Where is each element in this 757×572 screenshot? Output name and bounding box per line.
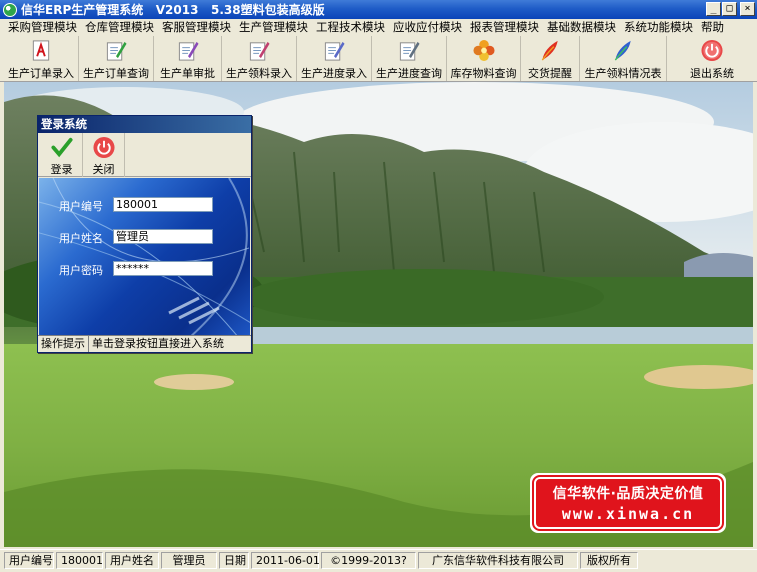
menu-engineering[interactable]: 工程技术模块 — [312, 19, 389, 35]
user-name-label: 用户姓名 — [59, 232, 103, 245]
menu-system[interactable]: 系统功能模块 — [620, 19, 697, 35]
menu-base-data[interactable]: 基础数据模块 — [543, 19, 620, 35]
menu-purchase[interactable]: 采购管理模块 — [4, 19, 81, 35]
material-report-button[interactable]: 生产领料情况表 — [580, 36, 667, 81]
feather-blue-icon — [614, 40, 631, 61]
production-order-query-button[interactable]: 生产订单查询 — [79, 36, 154, 81]
production-approval-button[interactable]: 生产单审批 — [154, 36, 222, 81]
user-id-label: 用户编号 — [59, 200, 103, 213]
toolbar: 生产订单录入 生产订单查询 生产单审批 生产领料录入 生产进度录入 生产进度查询… — [0, 35, 757, 82]
close-dialog-button[interactable]: 关闭 — [83, 133, 125, 177]
feather-quill-icon — [541, 40, 558, 61]
user-id-field[interactable]: 180001 — [113, 197, 213, 212]
checkmark-icon — [50, 137, 73, 158]
password-label: 用户密码 — [59, 264, 103, 277]
minimize-button[interactable]: _ — [706, 2, 721, 16]
status-company: 广东信华软件科技有限公司 — [418, 551, 578, 569]
window-title: 信华ERP生产管理系统 V2013 5.38塑料包装高级版 — [21, 3, 325, 17]
progress-entry-button[interactable]: 生产进度录入 — [297, 36, 372, 81]
title-bar: 信华ERP生产管理系统 V2013 5.38塑料包装高级版 _ □ × — [0, 0, 757, 19]
material-requisition-entry-button[interactable]: 生产领料录入 — [222, 36, 297, 81]
main-workspace: 登录系统 登录 关闭 用户编号 180001 用户姓名 管理员 用户密码 ***… — [4, 82, 753, 547]
window-controls: _ □ × — [706, 2, 755, 16]
status-user-name: 管理员 — [161, 551, 217, 569]
status-copyright: ©1999-2013? — [321, 551, 416, 569]
status-hint-text: 单击登录按钮直接进入系统 — [92, 336, 224, 350]
delivery-reminder-button[interactable]: 交货提醒 — [521, 36, 580, 81]
login-dialog: 登录系统 登录 关闭 用户编号 180001 用户姓名 管理员 用户密码 ***… — [37, 115, 252, 353]
app-logo-icon — [3, 2, 17, 17]
menu-reports[interactable]: 报表管理模块 — [466, 19, 543, 35]
password-field[interactable]: ****** — [113, 261, 213, 276]
status-rights: 版权所有 — [580, 551, 638, 569]
menu-customer-service[interactable]: 客服管理模块 — [158, 19, 235, 35]
menu-bar: 采购管理模块 仓库管理模块 客服管理模块 生产管理模块 工程技术模块 应收应付模… — [0, 19, 757, 35]
status-date-label: 日期 — [219, 551, 249, 569]
inventory-query-button[interactable]: 库存物料查询 — [447, 36, 521, 81]
status-hint-label: 操作提示 — [38, 335, 89, 352]
status-date: 2011-06-01 — [251, 551, 320, 569]
banner-url: www.xinwa.cn — [561, 505, 695, 523]
status-user-name-label: 用户姓名 — [105, 551, 159, 569]
production-order-entry-button[interactable]: 生产订单录入 — [4, 36, 79, 81]
login-toolbar: 登录 关闭 — [38, 133, 251, 177]
power-icon — [92, 136, 115, 159]
status-user-id-label: 用户编号 — [4, 551, 54, 569]
maximize-button[interactable]: □ — [722, 2, 737, 16]
close-button[interactable]: × — [740, 2, 755, 16]
login-form: 用户编号 180001 用户姓名 管理员 用户密码 ****** — [39, 178, 250, 335]
menu-receivables[interactable]: 应收应付模块 — [389, 19, 466, 35]
banner-slogan: 信华软件·品质决定价值 — [552, 486, 704, 502]
document-approve-icon — [178, 41, 199, 61]
document-check-icon — [399, 41, 420, 61]
login-dialog-title: 登录系统 — [38, 116, 251, 133]
user-name-field[interactable]: 管理员 — [113, 229, 213, 244]
pdf-document-icon — [32, 40, 50, 61]
exit-system-button[interactable]: 退出系统 — [667, 36, 757, 81]
document-edit-icon — [324, 41, 345, 61]
power-icon — [701, 39, 723, 62]
progress-query-button[interactable]: 生产进度查询 — [372, 36, 447, 81]
login-status-bar: 操作提示 单击登录按钮直接进入系统 — [38, 335, 251, 352]
document-pen-icon — [106, 41, 127, 61]
status-user-id: 180001 — [56, 551, 103, 569]
login-button[interactable]: 登录 — [41, 133, 83, 177]
menu-warehouse[interactable]: 仓库管理模块 — [81, 19, 158, 35]
status-bar: 用户编号 180001 用户姓名 管理员 日期 2011-06-01 ©1999… — [0, 549, 757, 570]
document-pencil-icon — [249, 41, 270, 61]
promo-banner: 信华软件·品质决定价值 www.xinwa.cn — [530, 473, 726, 533]
flower-icon — [472, 39, 495, 62]
menu-help[interactable]: 帮助 — [697, 19, 728, 35]
menu-production[interactable]: 生产管理模块 — [235, 19, 312, 35]
